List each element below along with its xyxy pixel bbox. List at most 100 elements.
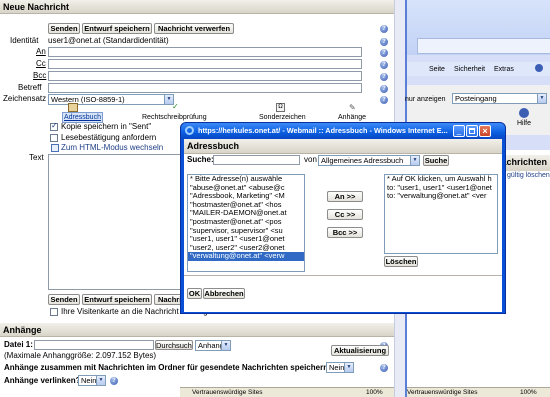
charset-select[interactable]: Western (ISO-8859-1) ▼	[48, 94, 174, 105]
help-icon[interactable]: ?	[380, 49, 388, 57]
help-icon[interactable]: ?	[380, 25, 388, 33]
update-button[interactable]: Aktualisierung	[331, 345, 389, 356]
browse-button[interactable]: Durchsuchen...	[155, 340, 193, 350]
ok-button[interactable]: OK	[187, 288, 202, 299]
search-button[interactable]: Suche	[423, 155, 449, 166]
attachments-title-bar: Anhänge	[0, 323, 405, 337]
status-sites-right: Vertrauenswürdige Sites	[407, 389, 478, 396]
spellcheck-icon[interactable]: ✓	[172, 103, 181, 111]
special-chars-icon[interactable]: Ω	[276, 103, 285, 112]
help-label[interactable]: Hilfe	[517, 119, 531, 128]
status-bar-right: Vertrauenswürdige Sites 100%	[407, 387, 550, 397]
help-icon[interactable]: ?	[110, 377, 118, 385]
list-item[interactable]: "verwaltung@onet.at" <verw	[188, 252, 304, 261]
list-item[interactable]: to: "verwaltung@onet.at" <ver	[385, 192, 497, 201]
menu-page[interactable]: Seite	[429, 65, 445, 74]
list-item[interactable]: "abuse@onet.at" <abuse@c	[188, 184, 304, 193]
discard-button[interactable]: Nachricht verwerfen	[154, 23, 234, 34]
file-input[interactable]	[34, 340, 154, 350]
source-select[interactable]: Allgemeines Adressbuch ▼	[318, 155, 420, 166]
send-button[interactable]: Senden	[48, 23, 80, 34]
paperclip-icon[interactable]: ✎	[349, 103, 358, 112]
attachments-title: Anhänge	[3, 325, 42, 335]
save-draft-button-bottom[interactable]: Entwurf speichern	[82, 294, 152, 305]
charset-value: Western (ISO-8859-1)	[51, 95, 125, 104]
delete-button[interactable]: Löschen	[384, 256, 418, 267]
popup-titlebar: https://herkules.onet.at/ - Webmail :: A…	[181, 123, 505, 139]
attachment-type-select[interactable]: Anhang ▼	[195, 340, 231, 351]
delete-link[interactable]: gültig löschen	[507, 171, 550, 180]
link-attachments-question: Anhänge verlinken?	[4, 376, 81, 385]
menu-tools[interactable]: Extras	[494, 65, 514, 74]
bcc-field[interactable]	[48, 71, 362, 81]
minimize-button[interactable]: _	[453, 125, 465, 137]
chevron-down-icon: ▼	[221, 341, 230, 350]
send-button-bottom[interactable]: Senden	[48, 294, 80, 305]
folder-value: Posteingang	[455, 94, 497, 103]
html-mode-icon[interactable]	[51, 144, 59, 152]
list-item[interactable]: "postmaster@onet.at" <pos	[188, 218, 304, 227]
list-item[interactable]: "user2, user2" <user2@onet	[188, 244, 304, 253]
save-attachments-question: Anhänge zusammen mit Nachrichten im Ordn…	[4, 363, 333, 372]
link-attachments-select[interactable]: Nein ▼	[78, 375, 106, 386]
to-field[interactable]	[48, 47, 362, 57]
help-icon[interactable]: ?	[380, 96, 388, 104]
help-icon[interactable]	[519, 108, 529, 118]
zoom-left[interactable]: 100%	[366, 388, 383, 397]
spellcheck-link[interactable]: Rechtschreibprüfung	[142, 113, 207, 122]
help-icon[interactable]: ?	[380, 364, 388, 372]
to-label[interactable]: An	[36, 47, 46, 57]
compose-title: Neue Nachricht	[3, 2, 70, 12]
save-draft-button[interactable]: Entwurf speichern	[82, 23, 152, 34]
identity-value[interactable]: user1@onet.at (Standardidentität)	[48, 36, 169, 46]
addressbook-popup: https://herkules.onet.at/ - Webmail :: A…	[180, 122, 506, 314]
help-icon[interactable]: ?	[380, 85, 388, 93]
attachments-link[interactable]: Anhänge	[338, 113, 366, 122]
list-item[interactable]: to: "user1, user1" <user1@onet	[385, 184, 497, 193]
help-icon[interactable]: ?	[380, 73, 388, 81]
subject-label: Betreff	[18, 83, 42, 92]
list-item[interactable]: "hostmaster@onet.at" <hos	[188, 201, 304, 210]
recipients-list[interactable]: * Auf OK klicken, um Auswahl h to: "user…	[384, 174, 498, 254]
attachment-type-value: Anhang	[198, 341, 224, 350]
results-list[interactable]: * Bitte Adresse(n) auswähle "abuse@onet.…	[187, 174, 305, 272]
special-chars-link[interactable]: Sonderzeichen	[259, 113, 306, 122]
add-bcc-button[interactable]: Bcc >>	[327, 227, 363, 238]
save-attachments-select[interactable]: Nein ▼	[326, 362, 354, 373]
add-cc-button[interactable]: Cc >>	[327, 209, 363, 220]
help-icon[interactable]: ?	[380, 38, 388, 46]
chevron-down-icon: ▼	[96, 376, 105, 385]
status-sites-left: Vertrauenswürdige Sites	[192, 389, 263, 396]
vcard-checkbox[interactable]	[50, 308, 58, 316]
popup-heading: Adressbuch	[187, 141, 240, 151]
status-bar-left: Vertrauenswürdige Sites 100%	[180, 387, 405, 397]
list-item[interactable]: * Bitte Adresse(n) auswähle	[188, 175, 304, 184]
save-copy-checkbox[interactable]: ✓	[50, 122, 58, 131]
ie-menu: Seite Sicherheit Extras	[407, 62, 550, 76]
html-mode-link[interactable]: Zum HTML-Modus wechseln	[61, 143, 163, 153]
cc-label[interactable]: Cc	[36, 59, 46, 69]
list-item[interactable]: "user1, user1" <user1@onet	[188, 235, 304, 244]
help-icon[interactable]: ?	[380, 61, 388, 69]
read-receipt-checkbox[interactable]	[50, 134, 58, 142]
search-input[interactable]	[213, 155, 300, 165]
list-item[interactable]: * Auf OK klicken, um Auswahl h	[385, 175, 497, 184]
menu-security[interactable]: Sicherheit	[454, 65, 485, 74]
cancel-button[interactable]: Abbrechen	[203, 288, 245, 299]
close-button[interactable]: ×	[479, 125, 491, 137]
subject-field[interactable]	[48, 83, 362, 93]
identity-label: Identität	[10, 36, 39, 45]
zoom-right[interactable]: 100%	[520, 388, 537, 397]
help-menu-icon[interactable]	[535, 64, 543, 72]
list-item[interactable]: "supervisor, supervisor" <su	[188, 227, 304, 236]
bcc-label[interactable]: Bcc	[33, 71, 46, 81]
folder-select[interactable]: Posteingang ▼	[452, 93, 547, 104]
cc-field[interactable]	[48, 59, 362, 69]
chevron-down-icon: ▼	[537, 94, 546, 103]
list-item[interactable]: "MAILER-DAEMON@onet.at	[188, 209, 304, 218]
add-to-button[interactable]: An >>	[327, 191, 363, 202]
maximize-button[interactable]	[466, 125, 478, 137]
source-value: Allgemeines Adressbuch	[321, 156, 404, 165]
addressbook-icon[interactable]	[68, 103, 78, 112]
list-item[interactable]: "Adressbook, Marketing" <M	[188, 192, 304, 201]
